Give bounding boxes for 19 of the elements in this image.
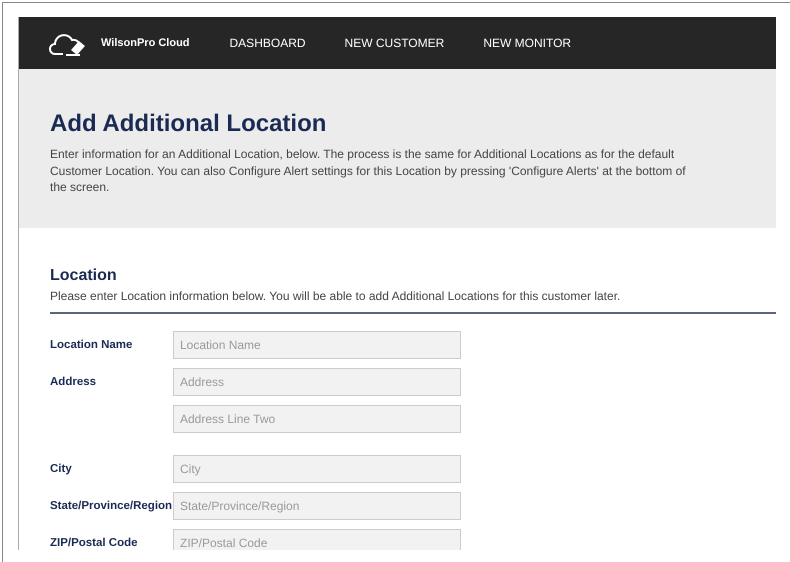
page-title: Add Additional Location — [50, 110, 328, 138]
section-description: Please enter Location information below. You will be able to add Additional Locations for this customer later. — [50, 289, 776, 314]
field-label: Address — [50, 375, 98, 390]
nav-link[interactable]: DASHBOARD — [230, 36, 306, 50]
section-title: Location — [50, 267, 118, 285]
field-label: State/Province/Region — [50, 499, 173, 514]
nav-link[interactable]: NEW CUSTOMER — [344, 36, 444, 50]
field-label: City — [50, 462, 73, 477]
brand-name: WilsonPro Cloud — [101, 37, 190, 49]
page-description: Enter information for an Additional Location, below. The process is the same for Additional Locations as for the default Customer Location. You can also Configure Alert settings for this Location by pressing 'Configure Alerts' at the bottom of the screen. — [50, 146, 687, 196]
input-field[interactable]: State/Province/Region — [173, 492, 461, 520]
input-field[interactable]: Location Name — [173, 331, 461, 359]
input-field[interactable]: Address — [173, 368, 461, 396]
input-field[interactable]: Address Line Two — [173, 405, 461, 433]
field-label: Location Name — [50, 338, 134, 353]
field-label: ZIP/Postal Code — [50, 536, 139, 550]
input-field[interactable]: City — [173, 455, 461, 483]
input-field[interactable]: ZIP/Postal Code — [173, 529, 461, 550]
nav-link[interactable]: NEW MONITOR — [483, 36, 572, 50]
